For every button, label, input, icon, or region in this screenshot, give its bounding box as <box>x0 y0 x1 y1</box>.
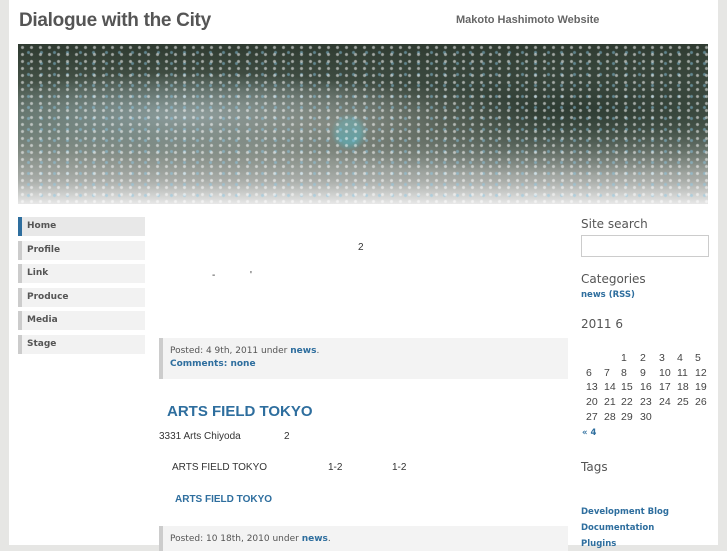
categories-heading: Categories <box>581 272 646 286</box>
nav-home[interactable]: Home <box>18 217 145 236</box>
calendar-day: 27 <box>586 410 598 423</box>
calendar-day: 28 <box>604 410 616 423</box>
post-text: 1-2 <box>328 462 343 473</box>
rss-link[interactable]: RSS <box>613 290 631 300</box>
calendar-day: 14 <box>604 381 616 394</box>
site-title[interactable]: Dialogue with the City <box>19 10 211 32</box>
calendar-day: 12 <box>695 366 707 379</box>
calendar-day: 10 <box>659 366 671 379</box>
search-heading: Site search <box>581 217 648 231</box>
calendar-day: 8 <box>621 366 627 379</box>
calendar-day: 16 <box>640 381 652 394</box>
post-text: 1-2 <box>392 462 407 473</box>
post-text: ARTS FIELD TOKYO <box>172 462 268 473</box>
tag-link[interactable]: Documentation <box>581 523 654 533</box>
nav-link[interactable]: Link <box>18 264 145 283</box>
calendar-day: 4 <box>677 352 683 364</box>
calendar-day: 5 <box>695 352 701 364</box>
calendar-prev-link[interactable]: « 4 <box>582 428 596 438</box>
calendar-day: 11 <box>677 366 688 379</box>
post-title[interactable]: ARTS FIELD TOKYO <box>167 403 313 420</box>
calendar-day: 21 <box>604 396 616 409</box>
search-input[interactable] <box>581 235 709 257</box>
category-news-link[interactable]: news <box>581 290 606 300</box>
tags-heading: Tags <box>581 460 608 474</box>
tag-link[interactable]: Development Blog <box>581 507 669 517</box>
post-meta: Posted: 10 18th, 2010 under news. <box>159 526 568 551</box>
header-banner-image <box>18 44 708 204</box>
post-text: - <box>212 270 216 281</box>
arts-field-link[interactable]: ARTS FIELD TOKYO <box>175 494 272 505</box>
nav-profile[interactable]: Profile <box>18 241 145 260</box>
calendar-day: 7 <box>604 366 610 379</box>
calendar-day: 2 <box>640 352 646 364</box>
calendar-title: 2011 6 <box>581 317 623 331</box>
calendar-day: 29 <box>621 410 633 423</box>
page-container: Dialogue with the City Makoto Hashimoto … <box>9 0 718 551</box>
calendar-day: 20 <box>586 396 598 409</box>
category-link[interactable]: news <box>302 534 328 544</box>
calendar-day: 18 <box>677 381 689 394</box>
calendar-day: 26 <box>695 396 707 409</box>
nav-stage[interactable]: Stage <box>18 335 145 354</box>
calendar-day: 19 <box>695 381 707 394</box>
nav-produce[interactable]: Produce <box>18 288 145 307</box>
site-tagline: Makoto Hashimoto Website <box>456 14 600 26</box>
calendar-day: 3 <box>659 352 665 364</box>
calendar-day: 9 <box>640 366 646 379</box>
calendar-day: 23 <box>640 396 652 409</box>
category-link[interactable]: news <box>290 346 316 356</box>
calendar-day: 15 <box>621 381 633 394</box>
calendar-day: 13 <box>586 381 598 394</box>
nav-media[interactable]: Media <box>18 311 145 330</box>
post-text: ' <box>250 270 252 281</box>
post-text: 2 <box>358 242 364 253</box>
post-text: 2 <box>284 431 290 442</box>
post-text: 3331 Arts Chiyoda <box>159 431 241 442</box>
tag-link[interactable]: Plugins <box>581 539 616 549</box>
calendar-day: 30 <box>640 410 652 423</box>
post-meta: Posted: 4 9th, 2011 under news. Comments… <box>159 338 568 379</box>
calendar-day: 24 <box>659 396 671 409</box>
calendar-day: 1 <box>621 352 627 364</box>
calendar-day: 25 <box>677 396 689 409</box>
calendar-day: 22 <box>621 396 633 409</box>
calendar-day: 6 <box>586 366 592 379</box>
calendar-day: 17 <box>659 381 671 394</box>
comments-link[interactable]: Comments: none <box>170 359 256 369</box>
